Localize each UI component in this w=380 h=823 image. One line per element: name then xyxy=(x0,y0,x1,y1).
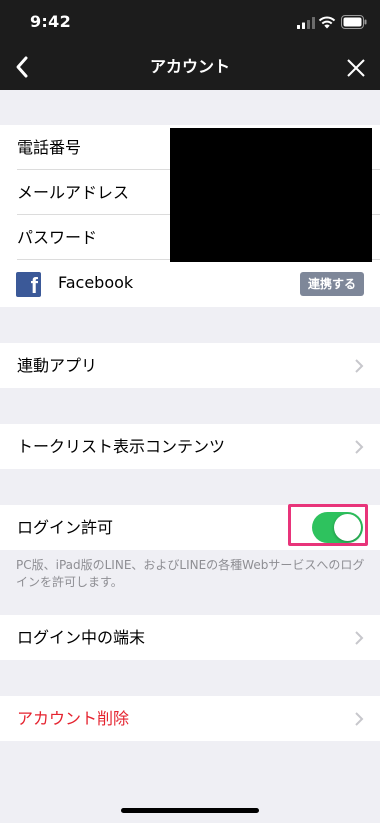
highlight-annotation-box xyxy=(288,504,368,546)
logged-in-devices-label: ログイン中の端末 xyxy=(17,628,146,647)
linked-apps-label: 連動アプリ xyxy=(17,356,98,375)
chevron-right-icon xyxy=(355,712,364,726)
facebook-label: Facebook xyxy=(58,273,134,292)
talk-list-contents-group: トークリスト表示コンテンツ xyxy=(0,424,380,469)
redacted-account-values xyxy=(170,128,372,262)
login-permission-help-text: PC版、iPad版のLINE、およびLINEの各種Webサービスへのログインを許… xyxy=(16,558,365,589)
talk-list-contents-row[interactable]: トークリスト表示コンテンツ xyxy=(0,424,380,469)
status-time: 9:42 xyxy=(30,12,71,31)
wifi-icon xyxy=(318,16,336,29)
close-icon[interactable] xyxy=(343,55,369,81)
facebook-icon: f xyxy=(16,272,41,298)
delete-account-row[interactable]: アカウント削除 xyxy=(0,696,380,741)
logged-in-devices-row[interactable]: ログイン中の端末 xyxy=(0,615,380,660)
email-address-label: メールアドレス xyxy=(17,183,130,202)
back-chevron-icon[interactable] xyxy=(10,53,36,81)
chevron-right-icon xyxy=(355,440,364,454)
cellular-signal-icon xyxy=(297,17,315,29)
chevron-right-icon xyxy=(355,631,364,645)
navigation-bar: アカウント xyxy=(0,44,380,90)
facebook-link-button[interactable]: 連携する xyxy=(300,272,364,296)
delete-account-label: アカウント削除 xyxy=(17,709,130,728)
talk-list-contents-label: トークリスト表示コンテンツ xyxy=(17,437,226,456)
logged-in-devices-group: ログイン中の端末 xyxy=(0,615,380,660)
login-permission-label: ログイン許可 xyxy=(17,518,114,537)
chevron-right-icon xyxy=(355,359,364,373)
linked-apps-group: 連動アプリ xyxy=(0,343,380,388)
delete-account-group: アカウント削除 xyxy=(0,696,380,741)
home-indicator[interactable] xyxy=(121,808,259,813)
status-bar: 9:42 xyxy=(0,0,380,44)
linked-apps-row[interactable]: 連動アプリ xyxy=(0,343,380,388)
password-label: パスワード xyxy=(17,228,98,247)
page-title: アカウント xyxy=(149,57,230,76)
phone-number-label: 電話番号 xyxy=(17,138,82,157)
battery-icon xyxy=(341,15,367,29)
